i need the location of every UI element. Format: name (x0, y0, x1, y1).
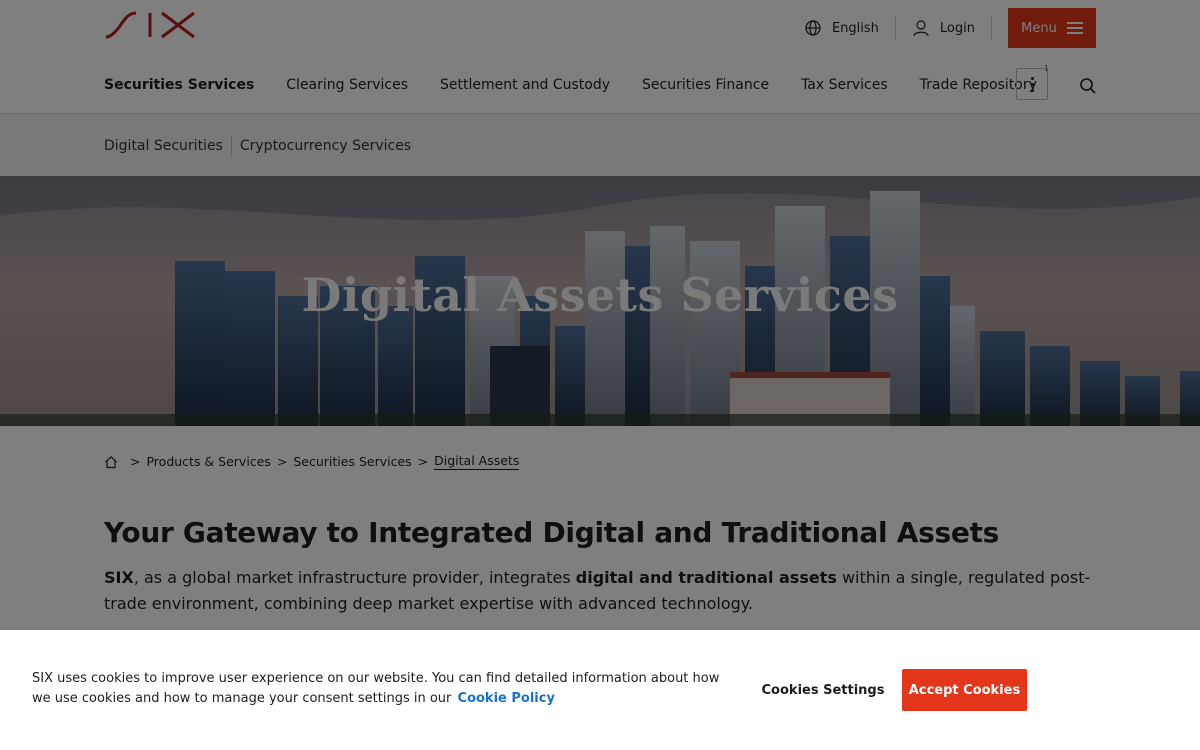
cookie-policy-link[interactable]: Cookie Policy (458, 691, 555, 706)
cookie-banner: SIX uses cookies to improve user experie… (0, 630, 1200, 750)
cookie-message: SIX uses cookies to improve user experie… (32, 669, 732, 709)
cookie-text: SIX uses cookies to improve user experie… (32, 671, 720, 706)
cookies-settings-button[interactable]: Cookies Settings (760, 669, 886, 711)
modal-overlay (0, 0, 1200, 630)
accept-cookies-button[interactable]: Accept Cookies (902, 669, 1027, 711)
page: English Login Menu Securities Services C… (0, 0, 1200, 750)
